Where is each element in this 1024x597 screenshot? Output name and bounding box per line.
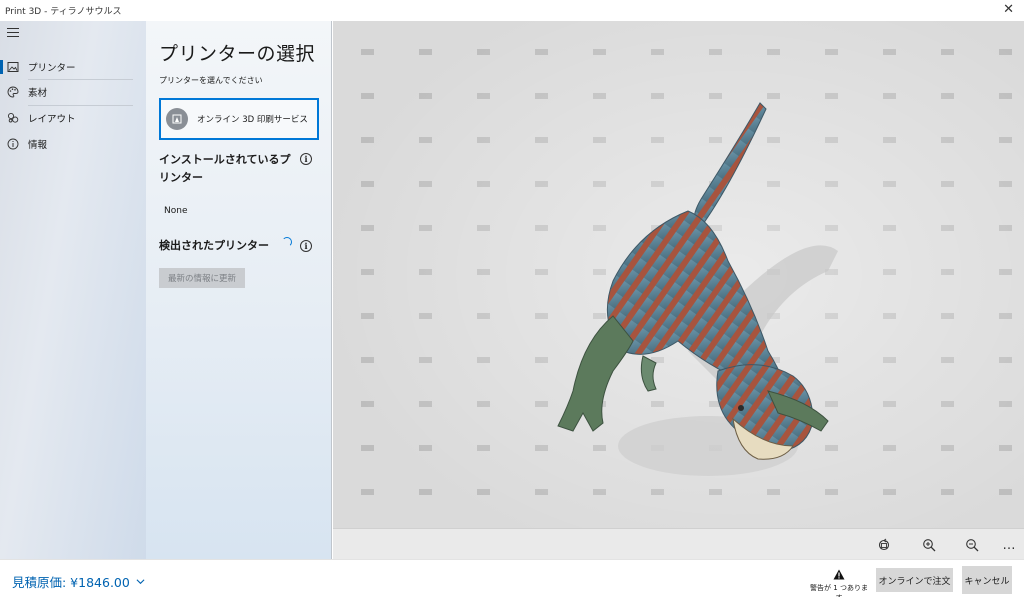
warning-text: 警告が 1 つあります <box>808 583 870 597</box>
page-title: プリンターの選択 <box>159 43 316 65</box>
printer-selection-panel: プリンターの選択 プリンターを選んでください オンライン 3D 印刷サービス イ… <box>146 21 332 559</box>
detected-printers-heading: 検出されたプリンター <box>159 239 269 252</box>
sidebar-item-material[interactable]: 素材 <box>0 81 146 103</box>
info-icon <box>7 138 19 150</box>
tyrannosaurus-model[interactable] <box>538 101 838 501</box>
sidebar-item-info[interactable]: 情報 <box>0 133 146 155</box>
sidebar-item-label: 情報 <box>28 140 48 151</box>
loading-spinner-icon <box>282 237 292 247</box>
installed-printers-heading: インストールされているプリンター <box>159 153 291 184</box>
divider <box>28 105 133 106</box>
online-3d-print-service-button[interactable]: オンライン 3D 印刷サービス <box>159 98 319 140</box>
more-icon[interactable]: … <box>999 535 1019 555</box>
cancel-button[interactable]: キャンセル <box>962 566 1012 594</box>
view-toolbar: … <box>333 528 1024 559</box>
estimate-cost-label: 見積原価: ¥1846.00 <box>12 575 130 590</box>
sidebar-item-label: レイアウト <box>28 114 76 125</box>
image-icon <box>7 62 19 72</box>
divider <box>28 79 133 80</box>
close-icon[interactable]: ✕ <box>1003 2 1014 17</box>
estimate-cost-dropdown[interactable]: 見積原価: ¥1846.00 <box>12 572 145 591</box>
title-bar: Print 3D - ティラノサウルス ✕ <box>0 0 1024 21</box>
chevron-down-icon <box>136 579 145 585</box>
info-icon[interactable]: i <box>300 153 312 165</box>
sidebar-item-printer[interactable]: プリンター <box>0 56 146 78</box>
refresh-button: 最新の情報に更新 <box>159 268 245 288</box>
hamburger-menu-icon[interactable] <box>7 28 19 38</box>
warning-indicator[interactable]: 警告が 1 つあります <box>808 569 870 597</box>
3d-viewport[interactable] <box>333 21 1024 528</box>
zoom-out-icon[interactable] <box>962 535 982 555</box>
zoom-in-icon[interactable] <box>919 535 939 555</box>
sidebar-nav: プリンター 素材 レイアウト 情報 <box>0 21 146 559</box>
page-subtitle: プリンターを選んでください <box>159 76 263 85</box>
reset-view-icon[interactable] <box>874 535 894 555</box>
sidebar-item-label: 素材 <box>28 88 48 99</box>
footer-bar: 見積原価: ¥1846.00 警告が 1 つあります オンラインで注文 キャンセ… <box>0 559 1024 597</box>
printer-service-icon <box>166 108 188 130</box>
window-title: Print 3D - ティラノサウルス <box>5 7 122 17</box>
sidebar-item-layout[interactable]: レイアウト <box>0 107 146 129</box>
installed-printers-value: None <box>164 206 188 216</box>
online-service-label: オンライン 3D 印刷サービス <box>197 115 308 125</box>
info-icon[interactable]: i <box>300 240 312 252</box>
palette-icon <box>7 86 19 98</box>
warning-icon <box>833 569 845 580</box>
order-online-button[interactable]: オンラインで注文 <box>876 568 953 592</box>
sidebar-item-label: プリンター <box>28 63 76 74</box>
layout-icon <box>7 112 19 123</box>
